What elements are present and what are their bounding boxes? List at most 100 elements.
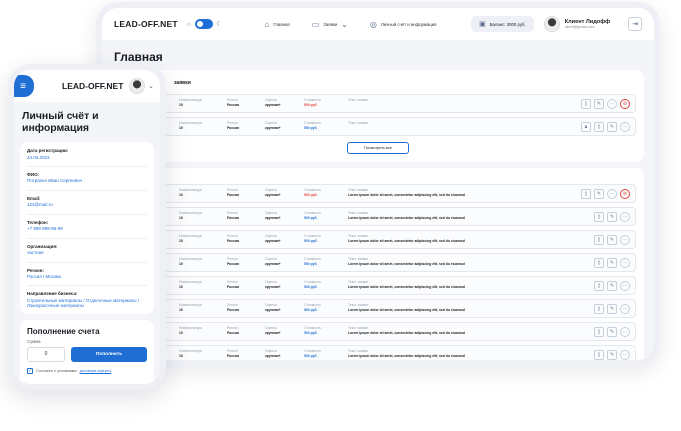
table-row[interactable]: ...рная группа...алаНоменклатура10Регион… [120, 207, 636, 226]
moon-icon: ☾ [216, 21, 223, 28]
row-cell: Номенклатура 10 [179, 349, 202, 358]
file-edit-icon[interactable]: ✎ [607, 304, 617, 314]
more-icon[interactable]: ⋯ [620, 258, 630, 268]
offer-link[interactable]: договора оферты [80, 368, 112, 373]
row-cell: Регион Россия [227, 349, 239, 358]
more-icon[interactable]: ⋯ [620, 327, 630, 337]
row-cell: Оценка крупная+ [265, 349, 281, 358]
field-label: Дата регистрации: [27, 148, 69, 153]
field-value: Строительные материалы / Отделочные мате… [27, 297, 139, 309]
row-cell: Номенклатура 10 [179, 303, 202, 312]
more-icon[interactable]: ⋯ [607, 99, 617, 109]
field-label: Регион: [27, 267, 44, 273]
document-icon[interactable]: ▯ [594, 122, 604, 132]
topup-button[interactable]: Пополнить [71, 346, 147, 362]
more-icon[interactable]: ⋯ [620, 304, 630, 314]
table-row[interactable]: ...рная группа...алаНоменклатура10Регион… [120, 276, 636, 295]
file-edit-icon[interactable]: ✎ [607, 235, 617, 245]
cell-value: 500 руб. [304, 125, 318, 130]
document-icon[interactable]: ▯ [594, 281, 604, 291]
logout-icon[interactable]: ⇥ [628, 17, 642, 31]
nav-home[interactable]: ⌂ Главная [265, 20, 290, 29]
table-row[interactable]: ...рная группа...алаНоменклатура10Регион… [120, 299, 636, 318]
nav-requests[interactable]: ▭ Заявки ⌄ [312, 20, 348, 29]
more-icon[interactable]: ⋯ [607, 189, 617, 199]
field-region: Регион: Россия / Москва [27, 268, 147, 280]
more-icon[interactable]: ⋯ [620, 281, 630, 291]
chevron-down-icon[interactable]: ⌄ [148, 82, 154, 90]
document-icon[interactable]: ▯ [594, 235, 604, 245]
cell-label: Стоимость [304, 188, 321, 192]
field-label: Email: [27, 195, 41, 201]
cell-label: Регион [227, 121, 238, 125]
row-cell: Оценка крупная+ [265, 121, 281, 130]
row-cell: Регион Россия [227, 234, 239, 243]
user-menu[interactable]: Клиент Лидофф client@gmail.com [543, 16, 610, 32]
field-value: Потрахно Иван Сергеевич [27, 178, 83, 184]
table-row[interactable]: ...рная группа...алаНоменклатура10Регион… [120, 184, 636, 203]
field-label: ФИО: [27, 171, 40, 177]
file-edit-icon[interactable]: ✎ [607, 122, 617, 132]
theme-switch[interactable]: ☼ ☾ [186, 19, 223, 29]
table-row[interactable]: ...рная группа...алаНоменклатура10Регион… [120, 253, 636, 272]
document-icon[interactable]: ▯ [594, 304, 604, 314]
row-cell: Регион Россия [227, 98, 239, 107]
cell-value: 500 руб. [304, 238, 318, 243]
request-list: ...рная группа...алаНоменклатура10Регион… [120, 94, 636, 140]
avatar[interactable] [129, 78, 146, 94]
show-all-button[interactable]: Посмотреть все [347, 142, 409, 154]
more-icon[interactable]: ⋯ [620, 235, 630, 245]
file-edit-icon[interactable]: ✎ [607, 327, 617, 337]
table-row[interactable]: ...рная группа...алаНоменклатура10Регион… [120, 230, 636, 249]
file-edit-icon[interactable]: ✎ [594, 99, 604, 109]
user-email: client@gmail.com [564, 25, 595, 29]
mobile-screen: ≡ LEAD-OFF.NET ⌄ Личный счёт и информаци… [14, 70, 160, 384]
lock-icon[interactable]: 🔒︎ [581, 122, 591, 132]
file-edit-icon[interactable]: ✎ [607, 258, 617, 268]
document-icon[interactable]: ▯ [581, 189, 591, 199]
row-actions: ▯ ✎ ⋯ [594, 212, 630, 222]
cell-label: Стоимость [304, 234, 321, 238]
desktop-screen: LEAD-OFF.NET ☼ ☾ ⌂ Главная ▭ Заявки ⌄ ◎ [102, 8, 654, 360]
table-row[interactable]: ...рная группа...алаНоменклатура10Регион… [120, 322, 636, 341]
site-logo[interactable]: LEAD-OFF.NET [114, 19, 178, 29]
more-icon[interactable]: ⋯ [620, 212, 630, 222]
menu-icon[interactable]: ≡ [14, 75, 34, 97]
file-edit-icon[interactable]: ✎ [607, 281, 617, 291]
document-icon[interactable]: ▯ [594, 350, 604, 360]
table-row[interactable]: ...рная группа...алаНоменклатура10Регион… [120, 345, 636, 360]
more-icon[interactable]: ⋯ [620, 350, 630, 360]
field-value: частная [27, 250, 44, 256]
divider [27, 261, 147, 263]
file-edit-icon[interactable]: ✎ [594, 189, 604, 199]
cell-value: Россия [227, 261, 240, 266]
cell-label: Стоимость [304, 121, 321, 125]
document-icon[interactable]: ▯ [594, 327, 604, 337]
cell-value: крупная+ [265, 238, 281, 243]
row-cell: Регион Россия [227, 326, 239, 335]
row-actions: ▯ ✎ ⋯ [594, 281, 630, 291]
table-row[interactable]: ...рная группа...алаНоменклатура10Регион… [120, 117, 636, 136]
file-edit-icon[interactable]: ✎ [607, 212, 617, 222]
row-cell: Номенклатура 10 [179, 188, 202, 197]
document-icon[interactable]: ▯ [594, 212, 604, 222]
theme-toggle[interactable] [195, 19, 214, 29]
nav-account[interactable]: ◎ Личный счёт и информация [370, 20, 437, 29]
row-cell: Текст заявки Lorem ipsum dolor sit amet, … [348, 303, 465, 312]
cell-value: Россия [227, 102, 240, 107]
cancel-icon[interactable]: ⊘ [620, 99, 630, 109]
agree-checkbox[interactable]: ✓ [27, 367, 33, 374]
site-logo[interactable]: LEAD-OFF.NET [62, 81, 123, 91]
balance-badge[interactable]: ▣ Баланс: 3000 руб. [471, 16, 534, 32]
cell-label: Номенклатура [179, 234, 202, 238]
sum-input[interactable] [27, 346, 65, 362]
account-icon: ◎ [369, 19, 377, 29]
requests-icon: ▭ [311, 19, 320, 29]
document-icon[interactable]: ▯ [581, 99, 591, 109]
more-icon[interactable]: ⋯ [620, 122, 630, 132]
balance-text: Баланс: 3000 руб. [489, 21, 526, 27]
table-row[interactable]: ...рная группа...алаНоменклатура10Регион… [120, 94, 636, 113]
document-icon[interactable]: ▯ [594, 258, 604, 268]
file-edit-icon[interactable]: ✎ [607, 350, 617, 360]
cancel-icon[interactable]: ⊘ [620, 189, 630, 199]
